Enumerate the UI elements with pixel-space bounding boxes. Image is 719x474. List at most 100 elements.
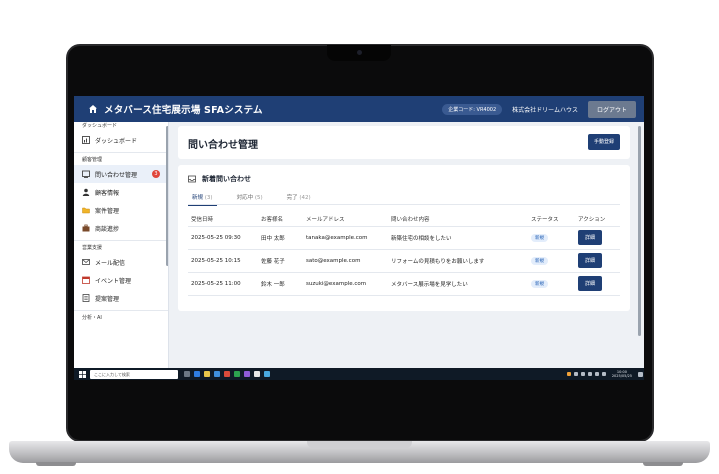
name-cell: 鈴木 一郎 [258, 272, 303, 296]
sidebar-section-dashboard: ダッシュボード [82, 123, 118, 129]
card-title: 新着問い合わせ [188, 174, 251, 184]
page-header: 問い合わせ管理 手動登録 [178, 126, 630, 159]
laptop-base-notch [307, 441, 412, 448]
manual-register-button[interactable]: 手動登録 [588, 134, 621, 150]
camera-icon [357, 50, 362, 55]
detail-button[interactable]: 詳細 [578, 253, 603, 268]
sidebar-item-dashboard[interactable]: ダッシュボード [74, 131, 168, 149]
clock-date: 2025/05/25 [611, 374, 632, 378]
tray-icon[interactable] [574, 372, 579, 376]
dashboard-icon [82, 136, 90, 144]
column-header: ステータス [528, 212, 575, 227]
email-cell: tanaka@example.com [303, 226, 388, 250]
volume-icon[interactable] [602, 372, 607, 376]
detail-button[interactable]: 詳細 [578, 276, 603, 291]
inquiries-table: 受信日時 お客様名 メールアドレス 問い合わせ内容 ステータス アクション 20… [188, 212, 620, 296]
notification-badge: 3 [152, 170, 160, 178]
store-icon[interactable] [214, 371, 220, 377]
card-title-text: 新着問い合わせ [202, 175, 251, 183]
column-header: 受信日時 [188, 212, 258, 227]
sidebar-section-customers: 顧客管理 [82, 157, 103, 163]
sidebar-item-label: 提案管理 [95, 295, 120, 303]
notification-icon[interactable] [637, 371, 643, 377]
main-content: 問い合わせ管理 手動登録 新着問い合わせ 新規 (3) 対応中 (5) 完了 (… [170, 122, 636, 368]
received-cell: 2025-05-25 09:30 [188, 226, 258, 250]
name-cell: 佐藤 花子 [258, 249, 303, 273]
edge-browser-icon[interactable] [194, 371, 200, 377]
status-badge: 新規 [531, 256, 548, 265]
sidebar-item-events[interactable]: イベント管理 [74, 271, 168, 289]
app-title: メタバース住宅展示場 SFAシステム [104, 105, 263, 116]
received-cell: 2025-05-25 11:00 [188, 272, 258, 296]
status-cell: 新規 [528, 226, 575, 250]
content-cell: メタバース展示場を見学したい [388, 272, 528, 296]
tab-count: (3) [204, 195, 213, 201]
action-cell: 詳細 [575, 226, 620, 250]
sidebar-section-sales-support: 営業支援 [82, 245, 103, 251]
received-cell: 2025-05-25 10:15 [188, 249, 258, 273]
network-icon[interactable] [595, 372, 600, 376]
action-cell: 詳細 [575, 249, 620, 273]
new-inquiries-card: 新着問い合わせ 新規 (3) 対応中 (5) 完了 (42) 受信日時 お客様名… [178, 165, 630, 311]
laptop-foot-left [36, 462, 76, 466]
main-scrollbar[interactable] [638, 126, 641, 336]
sidebar-divider [74, 310, 168, 311]
tab-label: 対応中 [236, 195, 254, 201]
company-code-badge: 企業コード: VR4002 [442, 103, 503, 115]
table-row: 2025-05-25 09:30 田中 太郎 tanaka@example.co… [188, 226, 620, 250]
briefcase-icon [82, 224, 90, 232]
app-icon-purple[interactable] [244, 371, 250, 377]
sidebar-item-inquiries[interactable]: 問い合わせ管理 3 [74, 165, 168, 183]
app-icon-green[interactable] [234, 371, 240, 377]
tray-icon[interactable] [581, 372, 586, 376]
action-cell: 詳細 [575, 272, 620, 296]
content-cell: リフォームの見積もりをお願いします [388, 249, 528, 273]
company-name: 株式会社ドリームハウス [512, 106, 578, 114]
sidebar-item-mail[interactable]: メール配信 [74, 253, 168, 271]
app-icon-blue[interactable] [264, 371, 270, 377]
chrome-browser-icon[interactable] [254, 371, 260, 377]
mail-icon [82, 259, 90, 265]
taskbar-search-input[interactable]: ここに入力して検索 [90, 369, 178, 379]
app-header: メタバース住宅展示場 SFAシステム 企業コード: VR4002 株式会社ドリー… [74, 96, 644, 122]
column-header: アクション [575, 212, 620, 227]
status-cell: 新規 [528, 249, 575, 273]
inbox-icon [188, 175, 196, 183]
sidebar-scrollbar[interactable] [166, 126, 168, 266]
sidebar-item-label: 商談進捗 [95, 225, 120, 233]
sidebar-item-label: 案件管理 [95, 207, 120, 215]
sidebar-divider [74, 240, 168, 241]
sidebar-divider [74, 152, 168, 153]
file-explorer-icon[interactable] [204, 371, 210, 377]
folder-icon [82, 207, 90, 214]
sidebar-item-label: 顧客情報 [95, 189, 120, 197]
tab-count: (5) [254, 195, 263, 201]
logout-button[interactable]: ログアウト [587, 100, 636, 118]
sidebar-item-proposals[interactable]: 提案管理 [74, 289, 168, 307]
sidebar-item-deal-progress[interactable]: 商談進捗 [74, 219, 168, 237]
windows-start-icon[interactable] [79, 370, 86, 378]
laptop-screen: メタバース住宅展示場 SFAシステム 企業コード: VR4002 株式会社ドリー… [74, 96, 644, 380]
tab-count: (42) [299, 195, 311, 201]
email-cell: sato@example.com [303, 249, 388, 273]
name-cell: 田中 太郎 [258, 226, 303, 250]
status-badge: 新規 [531, 279, 548, 288]
laptop-foot-right [643, 462, 683, 466]
taskbar-clock[interactable]: 10:00 2025/05/25 [612, 370, 632, 378]
column-header: お客様名 [258, 212, 303, 227]
tab-label: 新規 [192, 195, 204, 201]
tray-icon[interactable] [588, 372, 593, 376]
weather-icon[interactable] [567, 372, 572, 376]
email-cell: suzuki@example.com [303, 272, 388, 296]
app-icon-red[interactable] [224, 371, 230, 377]
sidebar-item-projects[interactable]: 案件管理 [74, 201, 168, 219]
table-row: 2025-05-25 11:00 鈴木 一郎 suzuki@example.co… [188, 272, 620, 296]
sidebar-item-customer-info[interactable]: 顧客情報 [74, 183, 168, 201]
sidebar-item-label: ダッシュボード [95, 137, 138, 145]
task-view-icon[interactable] [184, 371, 190, 377]
tabs-divider [188, 204, 620, 205]
system-tray: 10:00 2025/05/25 [566, 370, 644, 378]
sidebar-section-analytics: 分析・AI [82, 315, 102, 321]
detail-button[interactable]: 詳細 [578, 230, 603, 245]
status-badge: 新規 [531, 233, 548, 242]
